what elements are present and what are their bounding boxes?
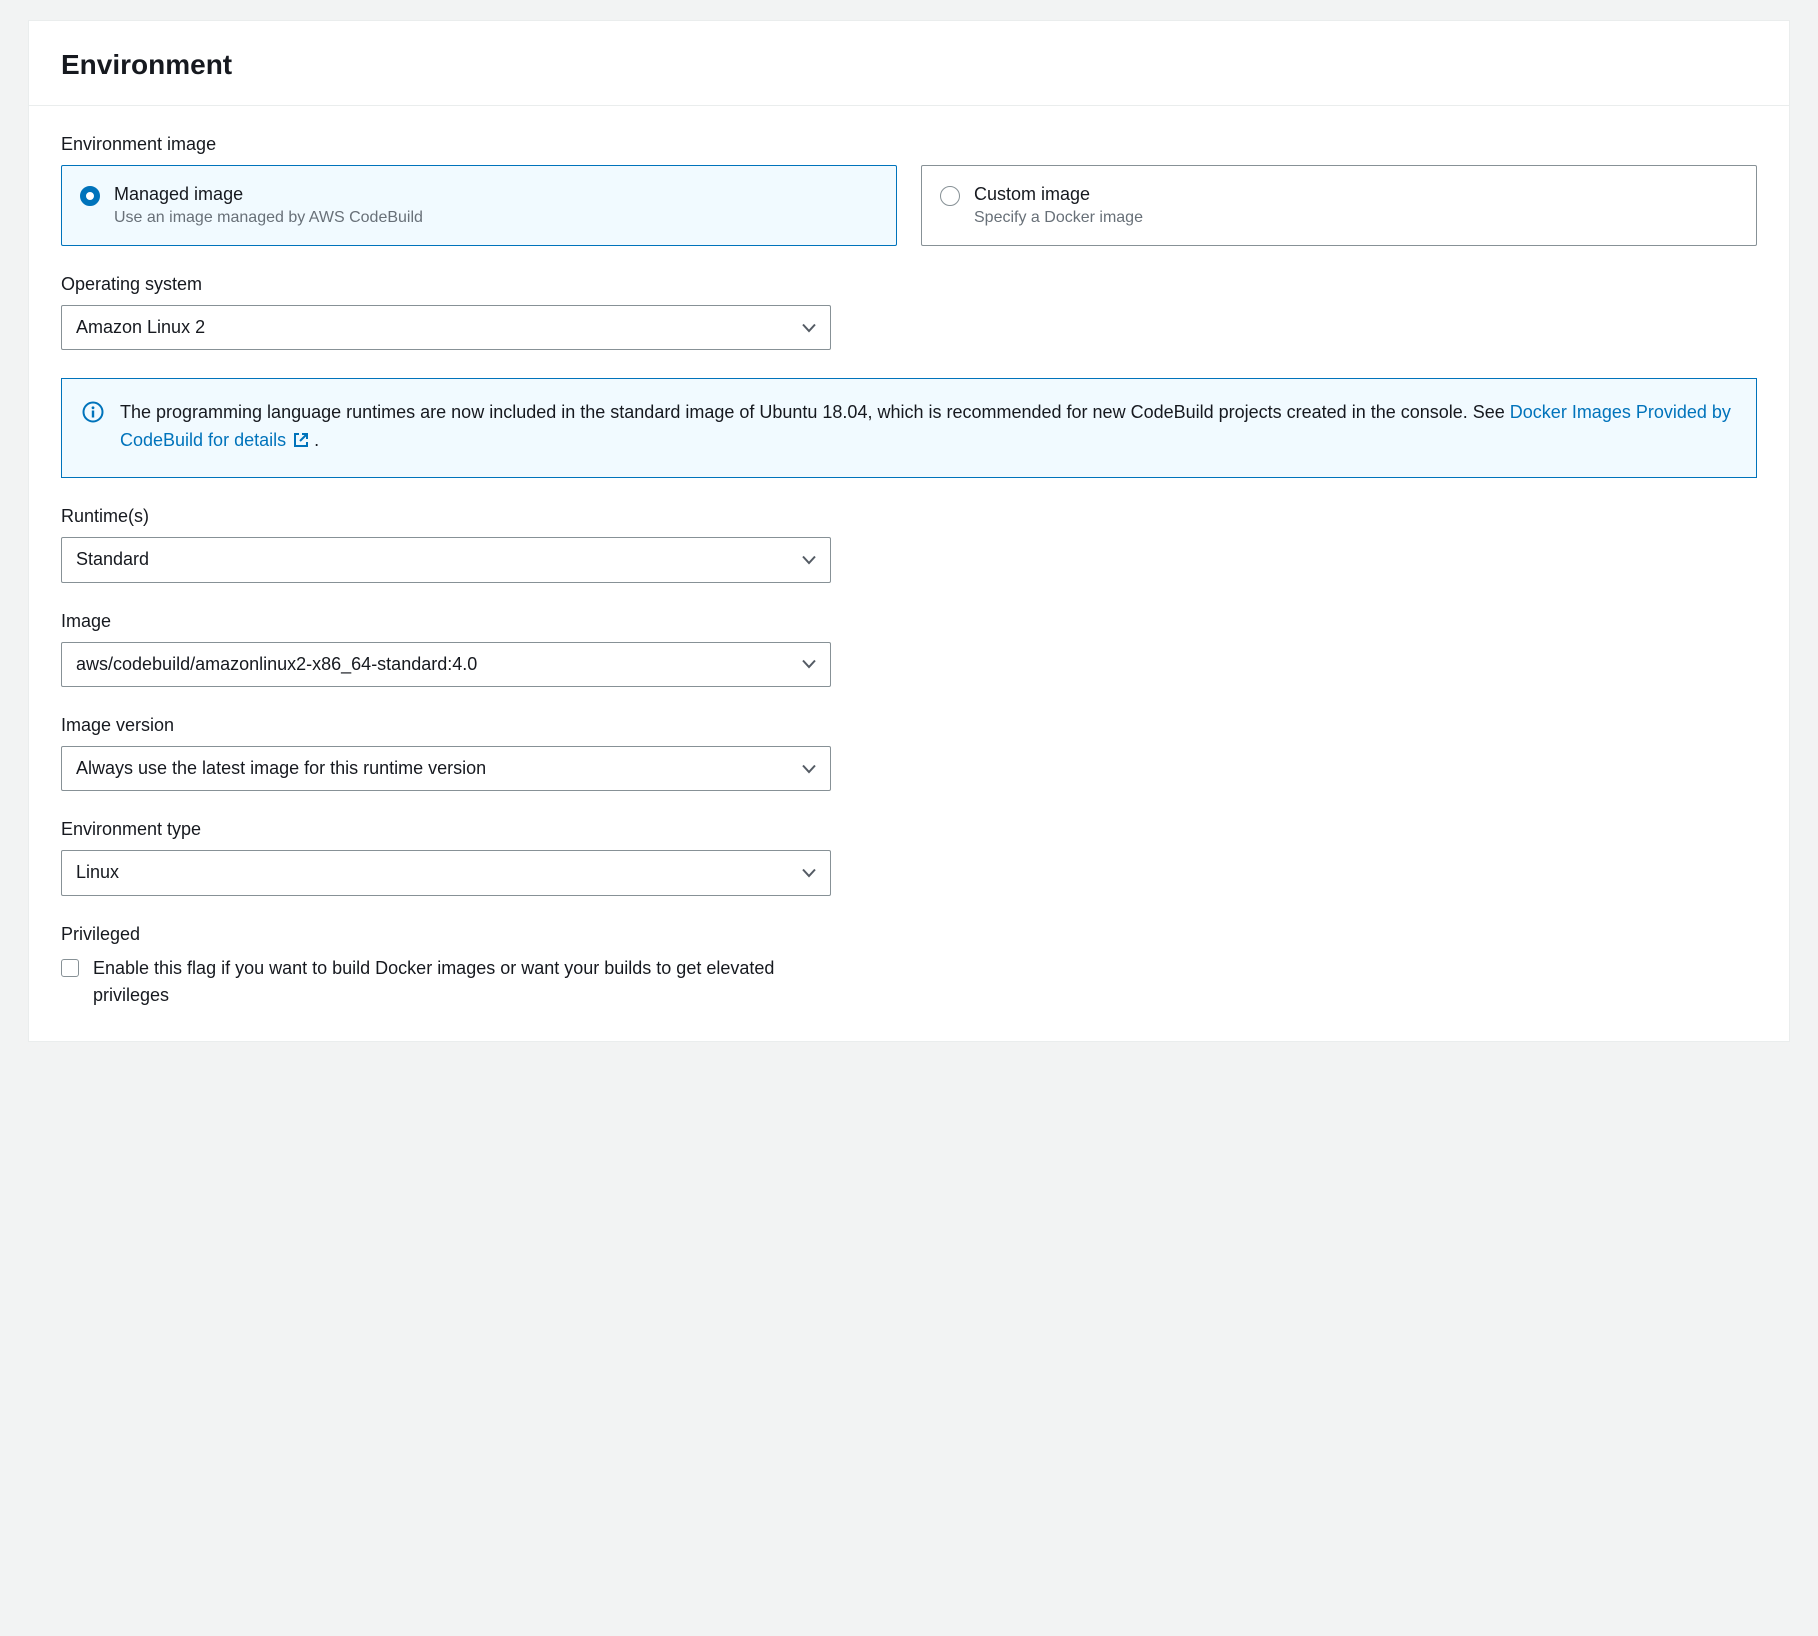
- env-image-label: Environment image: [61, 134, 1757, 155]
- image-label: Image: [61, 611, 1757, 632]
- select-value: Standard: [76, 548, 149, 571]
- env-type-select[interactable]: Linux: [61, 850, 831, 895]
- tile-content: Managed image Use an image managed by AW…: [114, 184, 423, 227]
- radio-icon: [80, 186, 100, 206]
- env-image-options: Managed image Use an image managed by AW…: [61, 165, 1757, 246]
- privileged-checkbox-label: Enable this flag if you want to build Do…: [93, 955, 853, 1009]
- select-value: Always use the latest image for this run…: [76, 757, 486, 780]
- os-select[interactable]: Amazon Linux 2: [61, 305, 831, 350]
- caret-down-icon: [802, 868, 816, 878]
- info-message: The programming language runtimes are no…: [120, 399, 1736, 457]
- tile-title: Custom image: [974, 184, 1143, 205]
- info-icon: [82, 401, 104, 426]
- privileged-row: Enable this flag if you want to build Do…: [61, 955, 1757, 1009]
- select-value: Linux: [76, 861, 119, 884]
- tile-desc: Use an image managed by AWS CodeBuild: [114, 209, 423, 227]
- panel-body: Environment image Managed image Use an i…: [29, 106, 1789, 1041]
- panel-header: Environment: [29, 21, 1789, 106]
- external-link-icon: [293, 429, 309, 457]
- image-version-select[interactable]: Always use the latest image for this run…: [61, 746, 831, 791]
- tile-content: Custom image Specify a Docker image: [974, 184, 1143, 227]
- select-value: Amazon Linux 2: [76, 316, 205, 339]
- privileged-checkbox[interactable]: [61, 959, 79, 977]
- select-value: aws/codebuild/amazonlinux2-x86_64-standa…: [76, 653, 477, 676]
- os-label: Operating system: [61, 274, 1757, 295]
- caret-down-icon: [802, 659, 816, 669]
- radio-icon: [940, 186, 960, 206]
- caret-down-icon: [802, 323, 816, 333]
- image-select[interactable]: aws/codebuild/amazonlinux2-x86_64-standa…: [61, 642, 831, 687]
- privileged-label: Privileged: [61, 924, 1757, 945]
- caret-down-icon: [802, 764, 816, 774]
- image-version-label: Image version: [61, 715, 1757, 736]
- info-banner: The programming language runtimes are no…: [61, 378, 1757, 478]
- environment-panel: Environment Environment image Managed im…: [28, 20, 1790, 1042]
- panel-title: Environment: [61, 49, 1757, 81]
- info-text-post: .: [314, 430, 319, 450]
- info-text-pre: The programming language runtimes are no…: [120, 402, 1510, 422]
- env-type-label: Environment type: [61, 819, 1757, 840]
- caret-down-icon: [802, 555, 816, 565]
- env-image-option-managed[interactable]: Managed image Use an image managed by AW…: [61, 165, 897, 246]
- tile-title: Managed image: [114, 184, 423, 205]
- runtime-select[interactable]: Standard: [61, 537, 831, 582]
- runtime-label: Runtime(s): [61, 506, 1757, 527]
- tile-desc: Specify a Docker image: [974, 209, 1143, 227]
- env-image-option-custom[interactable]: Custom image Specify a Docker image: [921, 165, 1757, 246]
